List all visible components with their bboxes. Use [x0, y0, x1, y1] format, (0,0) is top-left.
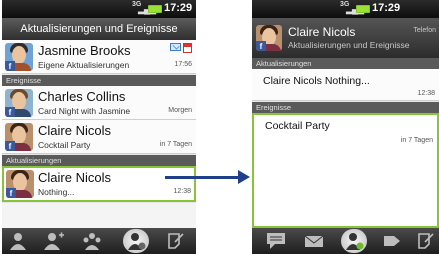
battery-icon: [148, 5, 162, 13]
avatar: f: [5, 123, 33, 151]
update-time: 12:38: [173, 188, 191, 195]
tag-icon[interactable]: [382, 232, 402, 250]
facebook-icon: f: [256, 41, 266, 51]
screen-title: Aktualisierungen und Ereignisse: [2, 18, 196, 40]
facebook-icon: f: [5, 107, 15, 117]
event-item-claire[interactable]: f Claire Nicols Cocktail Party in 7 Tage…: [2, 120, 196, 154]
call-log-icon[interactable]: [416, 232, 436, 250]
contact-name: Claire Nicols: [38, 170, 111, 185]
update-text: Claire Nicols Nothing...: [263, 75, 370, 87]
status-time: 17:29: [164, 2, 193, 14]
event-when: in 7 Tagen: [400, 137, 433, 144]
event-when: Morgen: [168, 107, 192, 114]
contact-name: Claire Nicols: [288, 25, 356, 39]
event-title: Card Night with Jasmine: [38, 106, 131, 116]
avatar: f: [5, 43, 33, 71]
bottom-tab-bar: [2, 228, 196, 254]
facebook-icon: f: [6, 188, 16, 198]
item-subtitle: Eigene Aktualisierungen: [38, 60, 130, 70]
event-when: in 7 Tagen: [159, 141, 192, 148]
updates-section-header: Aktualisierungen: [2, 155, 196, 166]
event-item-charles[interactable]: f Charles Collins Card Night with Jasmin…: [2, 86, 196, 120]
update-time: 12:38: [417, 90, 435, 97]
events-section-header: Ereignisse: [2, 75, 196, 86]
mail-icon[interactable]: [304, 232, 324, 250]
status-time: 17:29: [372, 2, 401, 14]
contact-name: Claire Nicols: [38, 123, 111, 138]
facebook-icon: f: [5, 141, 15, 151]
message-icon[interactable]: [266, 232, 286, 250]
event-item[interactable]: Cocktail Party in 7 Tagen: [252, 113, 439, 228]
right-phone-screen: 3G ▂▄▆ 17:29 f Claire Nicols Aktualisier…: [252, 0, 439, 254]
item-time: 17:56: [174, 61, 192, 68]
left-phone-screen: 3G ▂▄▆ 17:29 Aktualisierungen und Ereign…: [2, 0, 196, 254]
my-updates-item[interactable]: f Jasmine Brooks Eigene Aktualisierungen…: [2, 40, 196, 74]
facebook-icon: f: [5, 61, 15, 71]
event-title: Cocktail Party: [38, 140, 91, 150]
update-item[interactable]: Claire Nicols Nothing... 12:38: [252, 69, 439, 101]
list-empty-area: [2, 203, 196, 228]
battery-icon: [356, 5, 370, 13]
update-item-claire[interactable]: f Claire Nicols Nothing... 12:38: [2, 166, 196, 202]
avatar: f: [256, 25, 282, 51]
contact-name: Jasmine Brooks: [38, 43, 131, 58]
avatar: f: [5, 89, 33, 117]
updates-events-icon[interactable]: [123, 229, 149, 253]
add-person-icon[interactable]: [44, 232, 64, 250]
transition-arrow-icon: [238, 170, 250, 184]
update-text: Nothing...: [38, 187, 75, 197]
screenshot-stage: 3G ▂▄▆ 17:29 Aktualisierungen und Ereign…: [0, 0, 439, 254]
calendar-icon: [183, 43, 192, 53]
people-icon[interactable]: [8, 232, 28, 250]
contact-subtitle: Aktualisierungen und Ereignisse: [288, 40, 410, 50]
group-icon[interactable]: [82, 232, 102, 250]
status-bar: 3G ▂▄▆ 17:29: [252, 0, 439, 18]
updates-section-header: Aktualisierungen: [252, 58, 439, 69]
transition-arrow-shaft: [165, 176, 241, 179]
contact-name: Charles Collins: [38, 89, 126, 104]
events-section-header: Ereignisse: [252, 102, 439, 113]
call-log-icon[interactable]: [166, 232, 186, 250]
contact-header: f Claire Nicols Aktualisierungen und Ere…: [252, 18, 439, 58]
avatar: f: [6, 170, 34, 198]
status-bar: 3G ▂▄▆ 17:29: [2, 0, 196, 18]
contact-updates-icon[interactable]: [341, 229, 367, 253]
bottom-tab-bar: [252, 228, 439, 254]
event-title: Cocktail Party: [265, 120, 330, 132]
phone-label: Telefon: [413, 27, 436, 34]
mail-icon: [170, 43, 181, 51]
